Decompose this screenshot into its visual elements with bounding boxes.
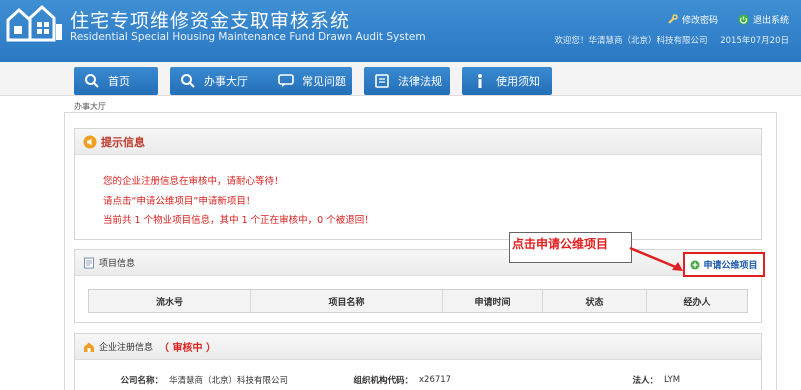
house-logo-icon — [6, 4, 62, 42]
search-icon — [83, 72, 101, 90]
search-icon — [179, 72, 197, 90]
power-icon — [738, 14, 749, 25]
nav-faq[interactable]: 常见问题 — [268, 67, 352, 95]
info-icon — [471, 72, 489, 90]
nav-service-hall-label: 办事大厅 — [204, 75, 248, 88]
current-date: 2015年07月20日 — [720, 36, 789, 46]
site-subtitle: Residential Special Housing Maintenance … — [70, 31, 426, 43]
company-header: 企业注册信息 （ 审核中 ） — [75, 334, 761, 360]
nav-home[interactable]: 首页 — [74, 67, 158, 95]
speaker-icon — [83, 135, 97, 148]
welcome-bar: 欢迎您！华清慧商（北京）科技有限公司 2015年07月20日 — [545, 34, 789, 46]
callout-arrow-icon — [629, 246, 683, 271]
nav-home-label: 首页 — [108, 75, 130, 88]
legal-person-label: 法人： — [632, 376, 658, 386]
site-title: 住宅专项维修资金支取审核系统 — [70, 10, 351, 32]
book-icon — [373, 72, 391, 90]
company-status-badge: （ 审核中 ） — [159, 343, 216, 354]
logout-label: 退出系统 — [752, 16, 789, 26]
logout-link[interactable]: 退出系统 — [738, 13, 789, 26]
nav-laws[interactable]: 法律法规 — [364, 67, 450, 95]
plus-circle-icon — [690, 260, 700, 269]
col-apply-time: 申请时间 — [443, 290, 543, 312]
header: 住宅专项维修资金支取审核系统 Residential Special Housi… — [0, 0, 801, 62]
company-name-value: 华清慧商（北京）科技有限公司 — [169, 376, 289, 386]
change-password-link[interactable]: 修改密码 — [667, 13, 718, 26]
nav-guide[interactable]: 使用须知 — [462, 67, 552, 95]
company-info-row: 公司名称： 华清慧商（北京）科技有限公司 组织机构代码： x26717 法人： … — [88, 370, 748, 390]
project-title: 项目信息 — [99, 259, 136, 269]
notice-panel: 提示信息 您的企业注册信息在审核中，请耐心等待！ 请点击“申请公维项目”申请新项… — [74, 128, 762, 240]
breadcrumb: 办事大厅 — [74, 102, 106, 111]
welcome-text: 欢迎您！华清慧商（北京）科技有限公司 — [554, 36, 708, 46]
notice-line-2: 请点击“申请公维项目”申请新项目！ — [103, 196, 256, 207]
org-code-label: 组织机构代码： — [353, 376, 413, 386]
org-code-value: x26717 — [419, 375, 452, 385]
nav-service-hall[interactable]: 办事大厅 — [170, 67, 282, 95]
col-serial: 流水号 — [89, 290, 251, 312]
col-project-name: 项目名称 — [251, 290, 443, 312]
apply-project-button[interactable]: 申请公维项目 — [683, 252, 765, 277]
nav-faq-label: 常见问题 — [302, 75, 346, 88]
nav-laws-label: 法律法规 — [398, 75, 442, 88]
col-status: 状态 — [543, 290, 647, 312]
callout-box: 点击申请公维项目 — [509, 232, 632, 263]
col-handler: 经办人 — [683, 297, 711, 308]
home-icon — [84, 342, 94, 352]
change-password-label: 修改密码 — [681, 16, 718, 26]
chat-icon — [277, 72, 295, 90]
nav-guide-label: 使用须知 — [496, 75, 540, 88]
project-table-header: 流水号 项目名称 申请时间 状态 经办人 — [88, 289, 748, 313]
notice-line-1: 您的企业注册信息在审核中，请耐心等待！ — [103, 176, 284, 187]
document-icon — [84, 257, 94, 268]
company-title: 企业注册信息 — [99, 343, 154, 353]
wrench-icon — [668, 14, 678, 24]
notice-title: 提示信息 — [101, 135, 145, 149]
notice-header: 提示信息 — [75, 129, 761, 155]
legal-person-value: LYM — [664, 375, 681, 385]
company-name-label: 公司名称： — [120, 376, 163, 386]
header-links: 修改密码 退出系统 — [667, 13, 789, 26]
main-nav: 首页 办事大厅 常见问题 法律法规 使用须知 — [0, 62, 801, 96]
apply-project-label: 申请公维项目 — [703, 261, 758, 271]
notice-line-3: 当前共 1 个物业项目信息，其中 1 个正在审核中，0 个被退回！ — [103, 215, 374, 226]
